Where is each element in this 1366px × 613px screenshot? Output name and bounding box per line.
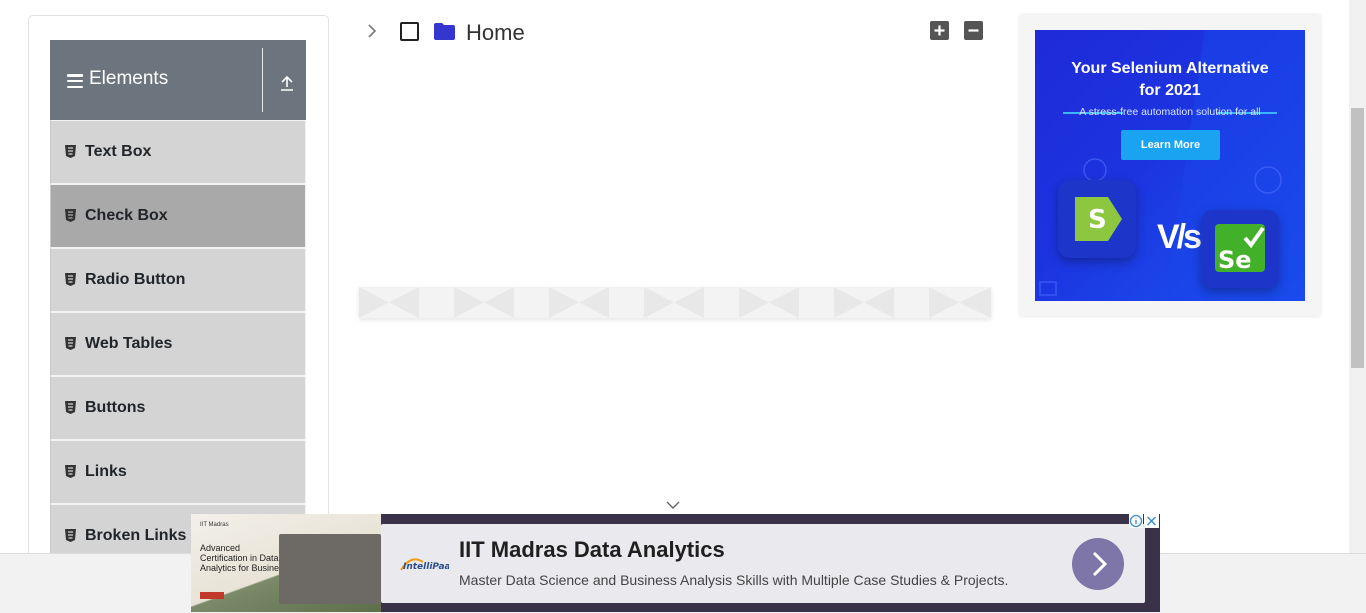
hamburger-icon [67, 74, 83, 88]
sidebar-item-buttons[interactable]: Buttons [50, 376, 306, 440]
html5-icon [65, 145, 76, 158]
ad-title[interactable]: IIT Madras Data Analytics [459, 537, 725, 563]
collapse-all-button[interactable] [964, 21, 983, 40]
side-ad[interactable]: Your Selenium Alternative for 2021 A str… [1035, 30, 1305, 301]
ad-close-button[interactable] [1144, 514, 1159, 528]
triangle-pattern [359, 287, 991, 318]
brand-name: IntelliPaat [403, 562, 449, 572]
ad-headline-line1: Your Selenium Alternative [1071, 60, 1269, 77]
page: Elements Text Box Check Box Radio Button [0, 0, 1366, 613]
arrow-right-icon [1092, 551, 1108, 577]
html5-icon [65, 529, 76, 542]
sidebar-item-text-box[interactable]: Text Box [50, 120, 306, 184]
ad-headline-line2: for 2021 [1139, 82, 1201, 99]
chevron-down-icon[interactable] [666, 500, 680, 510]
html5-icon [65, 337, 76, 350]
elements-menu-list: Text Box Check Box Radio Button Web Tabl… [50, 120, 306, 568]
ad-thumbnail: IIT Madras Advanced Certification in Dat… [191, 514, 381, 612]
plus-square-icon [934, 25, 945, 36]
adchoices-button[interactable] [1129, 514, 1143, 528]
html5-icon [65, 209, 76, 222]
collapse-up-icon[interactable] [278, 74, 296, 92]
ad-subtext: A stress-free automation solution for al… [1079, 106, 1261, 118]
versus-text: V/s [1157, 218, 1202, 256]
folder-icon [434, 23, 455, 40]
tree-node-label[interactable]: Home [466, 20, 525, 46]
ad-open-button[interactable] [1072, 538, 1124, 590]
close-icon [1146, 516, 1157, 526]
home-checkbox[interactable] [400, 22, 419, 41]
ad-card[interactable]: IntelliPaat IIT Madras Data Analytics Ma… [381, 524, 1145, 603]
katalon-logo: S [1058, 180, 1136, 258]
info-icon [1129, 514, 1143, 528]
learn-more-button[interactable]: Learn More [1121, 130, 1220, 160]
side-ad-frame: Your Selenium Alternative for 2021 A str… [1020, 15, 1320, 316]
expand-all-button[interactable] [930, 21, 949, 40]
sidebar-item-label: Check Box [85, 207, 168, 224]
ad-description: Master Data Science and Business Analysi… [459, 572, 1009, 588]
sidebar-item-label: Radio Button [85, 271, 186, 288]
se-logo-letters: Se [1218, 246, 1252, 274]
sidebar-item-label: Broken Links - [85, 527, 197, 544]
html5-icon [65, 273, 76, 286]
minus-square-icon [968, 29, 979, 32]
sidebar-item-label: Buttons [85, 399, 146, 416]
html5-icon [65, 401, 76, 414]
sidebar-item-check-box[interactable]: Check Box [50, 184, 306, 248]
sidebar-item-links[interactable]: Links [50, 440, 306, 504]
intellipaat-logo-icon: IntelliPaat [400, 558, 449, 572]
thumb-badge: IIT Madras [200, 522, 229, 528]
s-logo-icon: S [1075, 197, 1122, 241]
sidebar-item-radio-button[interactable]: Radio Button [50, 248, 306, 312]
group-title: Elements [89, 68, 169, 89]
scrollbar-thumb[interactable] [1351, 108, 1364, 368]
sidebar-item-label: Web Tables [85, 335, 173, 352]
sidebar-item-label: Links [85, 463, 127, 480]
ad-headline: Your Selenium Alternative for 2021 [1035, 58, 1305, 102]
banner-ad[interactable]: IIT Madras Advanced Certification in Dat… [191, 514, 1160, 612]
elements-group-header[interactable]: Elements [50, 40, 306, 120]
building-image [279, 534, 381, 604]
thumb-button [200, 592, 224, 599]
ad-placeholder-strip [359, 287, 991, 318]
sidebar-item-label: Text Box [85, 143, 152, 160]
se-logo-icon: Se [1215, 224, 1265, 274]
left-panel: Elements Text Box Check Box Radio Button [28, 15, 329, 575]
header-divider [262, 48, 263, 112]
s-logo-letter: S [1088, 205, 1107, 235]
html5-icon [65, 465, 76, 478]
thumb-title: Advanced Certification in Data Analytics… [200, 543, 289, 573]
sidebar-item-web-tables[interactable]: Web Tables [50, 312, 306, 376]
chevron-right-icon[interactable] [366, 24, 378, 38]
selenium-logo: Se [1201, 210, 1279, 288]
